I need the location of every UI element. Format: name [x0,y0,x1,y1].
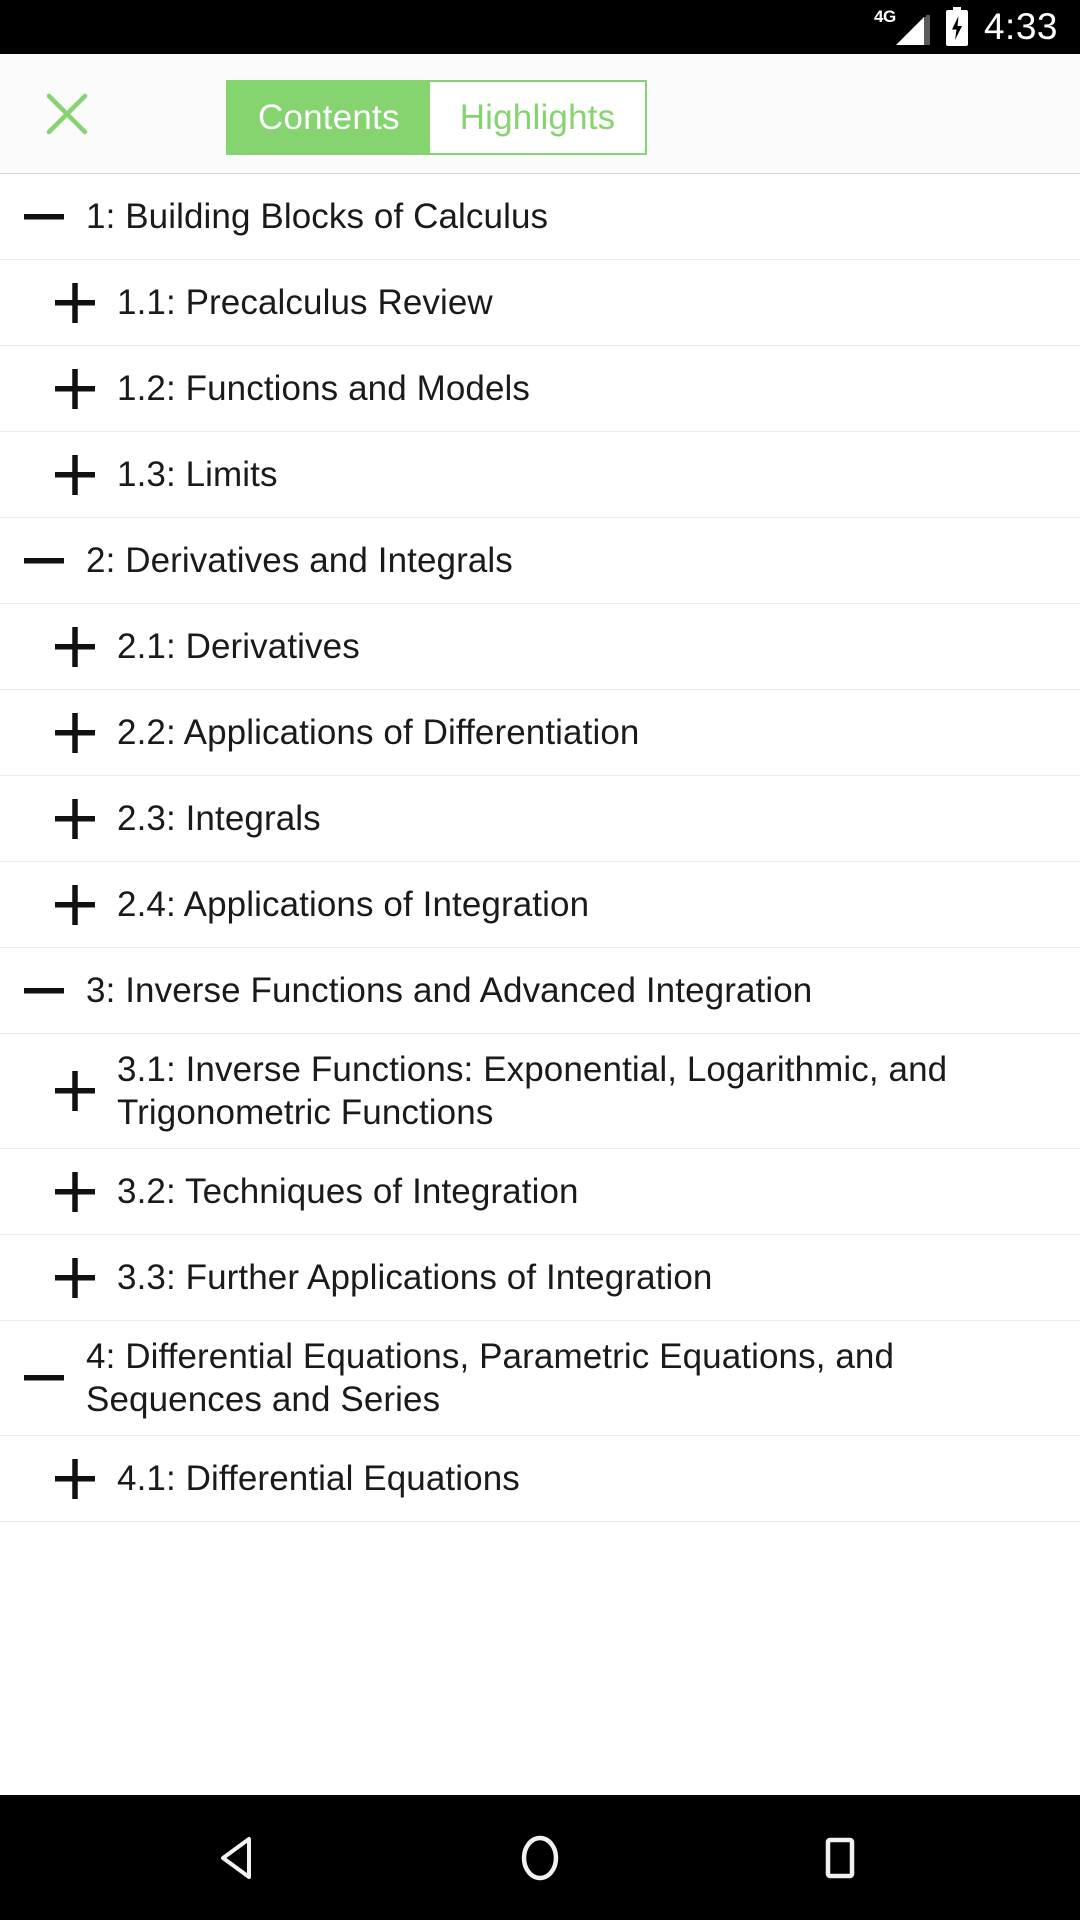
plus-icon[interactable] [47,1250,103,1306]
plus-icon[interactable] [47,1164,103,1220]
app-screen: 4G 4:33 Contents Highlights 1: Building … [0,0,1080,1920]
toc-row-label: 3.1: Inverse Functions: Exponential, Log… [117,1050,948,1132]
toc-row[interactable]: 2.3: Integrals [0,776,1080,862]
home-icon [509,1827,571,1889]
status-bar-clock: 4:33 [983,5,1058,47]
toc-row[interactable]: 2: Derivatives and Integrals [0,518,1080,604]
back-icon [209,1827,271,1889]
recents-button[interactable] [785,1803,895,1913]
toc-row-label: 2.4: Applications of Integration [117,885,590,924]
tab-group: Contents Highlights [226,80,648,155]
plus-icon[interactable] [47,447,103,503]
toc-row[interactable]: 1: Building Blocks of Calculus [0,174,1080,260]
toc-row-label: 1.2: Functions and Models [117,369,531,408]
toc-row[interactable]: 3.3: Further Applications of Integration [0,1235,1080,1321]
minus-icon[interactable] [16,533,72,589]
tab-contents-label: Contents [258,98,400,137]
toc-row-label: 2.2: Applications of Differentiation [117,713,640,752]
toc-row[interactable]: 4.1: Differential Equations [0,1436,1080,1522]
signal-bars-icon: 4G [874,7,930,47]
tab-highlights-label: Highlights [459,98,616,137]
network-type-label: 4G [873,7,896,26]
toc-row[interactable]: 2.1: Derivatives [0,604,1080,690]
back-button[interactable] [185,1803,295,1913]
toc-row-label: 4.1: Differential Equations [117,1459,520,1498]
table-of-contents-list[interactable]: 1: Building Blocks of Calculus 1.1: Preca… [0,174,1080,1795]
toc-row[interactable]: 3.2: Techniques of Integration [0,1149,1080,1235]
plus-icon[interactable] [47,1451,103,1507]
plus-icon[interactable] [47,705,103,761]
plus-icon[interactable] [47,275,103,331]
toc-row[interactable]: 3.1: Inverse Functions: Exponential, Log… [0,1034,1080,1149]
home-button[interactable] [485,1803,595,1913]
minus-icon[interactable] [16,189,72,245]
recents-icon [809,1827,871,1889]
toc-row-label: 4: Differential Equations, Parametric Eq… [86,1337,895,1419]
toc-row-label: 2.1: Derivatives [117,627,360,666]
toc-row[interactable]: 1.3: Limits [0,432,1080,518]
toc-row[interactable]: 3: Inverse Functions and Advanced Integr… [0,948,1080,1034]
toc-row[interactable]: 2.2: Applications of Differentiation [0,690,1080,776]
toc-row[interactable]: 1.1: Precalculus Review [0,260,1080,346]
plus-icon[interactable] [47,361,103,417]
toc-row-label: 1.1: Precalculus Review [117,283,493,322]
toc-row-label: 3.3: Further Applications of Integration [117,1258,713,1297]
toc-row[interactable]: 4: Differential Equations, Parametric Eq… [0,1321,1080,1436]
status-bar-right-cluster: 4G 4:33 [874,5,1058,47]
toc-row[interactable]: 2.4: Applications of Integration [0,862,1080,948]
battery-charging-icon [944,7,970,47]
toc-row-label: 3.2: Techniques of Integration [117,1172,579,1211]
android-navigation-bar [0,1795,1080,1920]
top-bar: Contents Highlights [0,54,1080,174]
tab-contents[interactable]: Contents [228,82,430,153]
minus-icon[interactable] [16,963,72,1019]
close-button[interactable] [32,79,102,149]
toc-row-label: 2.3: Integrals [117,799,321,838]
plus-icon[interactable] [47,619,103,675]
toc-row[interactable]: 1.2: Functions and Models [0,346,1080,432]
status-bar: 4G 4:33 [0,0,1080,54]
plus-icon[interactable] [47,791,103,847]
toc-row-label: 1.3: Limits [117,455,278,494]
plus-icon[interactable] [47,1063,103,1119]
minus-icon[interactable] [16,1350,72,1406]
toc-row-label: 1: Building Blocks of Calculus [86,197,549,236]
toc-row-label: 3: Inverse Functions and Advanced Integr… [86,971,813,1010]
tab-highlights[interactable]: Highlights [429,82,646,153]
toc-row-label: 2: Derivatives and Integrals [86,541,513,580]
plus-icon[interactable] [47,877,103,933]
close-icon [40,87,94,141]
